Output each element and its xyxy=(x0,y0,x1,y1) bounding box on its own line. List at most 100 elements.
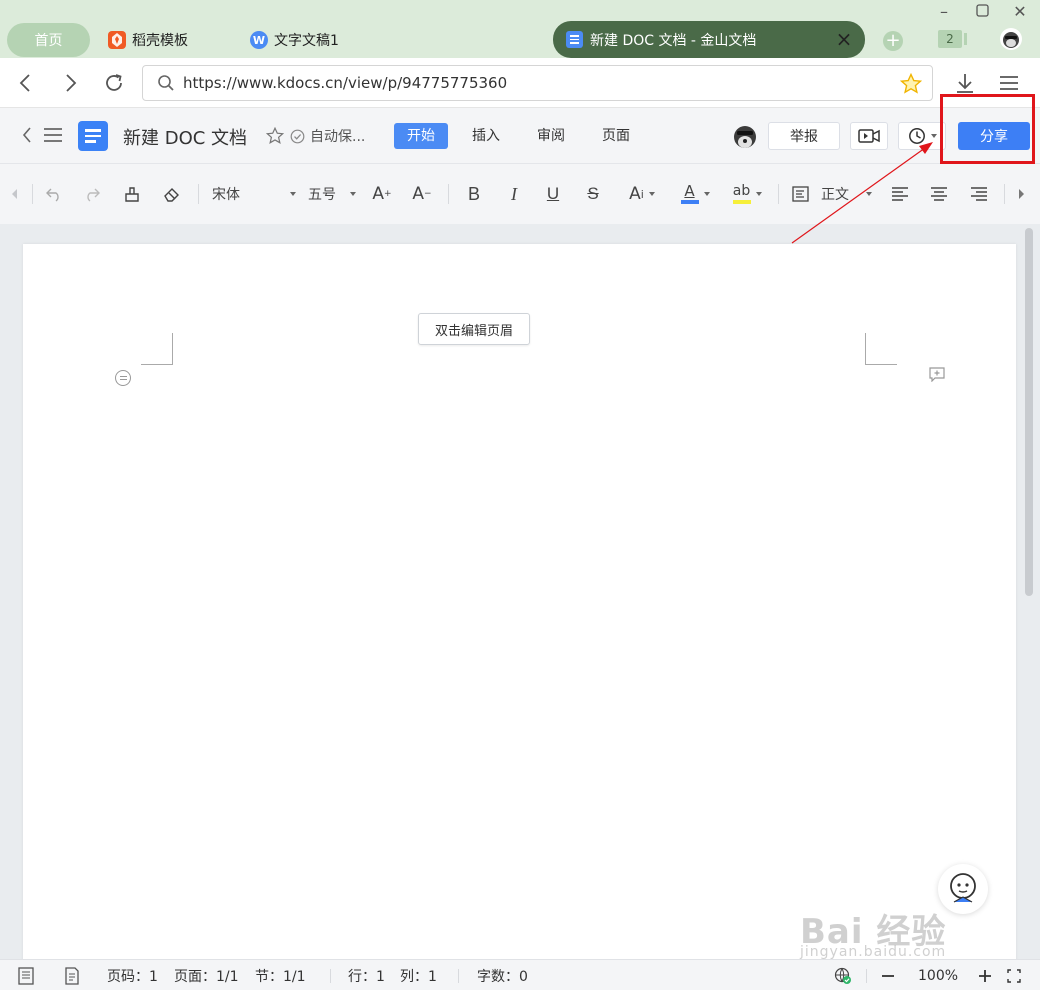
app-back-icon[interactable] xyxy=(14,122,40,148)
close-icon[interactable]: × xyxy=(835,29,853,49)
vertical-scrollbar[interactable] xyxy=(1025,228,1033,596)
back-icon[interactable] xyxy=(12,70,38,96)
page-count: 页面：1/1 xyxy=(174,969,239,985)
tab-docer-templates[interactable]: 稻壳模板 xyxy=(108,23,188,57)
avatar[interactable] xyxy=(1000,28,1022,50)
fullscreen-icon[interactable] xyxy=(1007,968,1021,984)
url-text: https://www.kdocs.cn/view/p/94775775360 xyxy=(183,74,508,92)
font-family-select[interactable]: 宋体 xyxy=(212,183,296,205)
divider xyxy=(1004,184,1005,204)
divider xyxy=(448,184,449,204)
align-center-icon[interactable] xyxy=(927,183,951,205)
paragraph-handle-icon[interactable] xyxy=(115,370,131,386)
font-size-select[interactable]: 五号 xyxy=(308,183,356,205)
user-avatar[interactable] xyxy=(731,121,759,151)
format-painter-icon[interactable] xyxy=(120,183,144,205)
search-icon xyxy=(158,75,174,91)
new-tab-plus-icon[interactable]: + xyxy=(883,31,903,51)
tab-page[interactable]: 页面 xyxy=(592,123,640,149)
favorite-star-icon[interactable] xyxy=(262,123,288,149)
divider xyxy=(330,969,331,983)
tab-start[interactable]: 开始 xyxy=(394,123,448,149)
document-title[interactable]: 新建 DOC 文档 xyxy=(123,124,247,150)
writer-logo-icon: W xyxy=(250,31,268,49)
eraser-icon[interactable] xyxy=(160,183,184,205)
highlight-swatch xyxy=(732,200,751,204)
tab-active-document[interactable]: 新建 DOC 文档 - 金山文档 × xyxy=(553,21,865,58)
minimize-icon[interactable]: – xyxy=(934,2,954,21)
increase-font-icon[interactable]: A + xyxy=(370,183,394,205)
bookmark-star-icon[interactable] xyxy=(900,73,922,95)
maximize-icon[interactable] xyxy=(972,2,992,21)
text-effect-icon[interactable]: Ai xyxy=(622,183,662,205)
tab-insert[interactable]: 插入 xyxy=(462,123,510,149)
history-button[interactable] xyxy=(898,122,946,150)
highlight-button[interactable]: ab xyxy=(727,183,767,205)
row-position: 行：1 xyxy=(348,969,385,985)
outline-view-icon[interactable] xyxy=(64,967,80,985)
bold-icon[interactable]: B xyxy=(462,183,486,205)
redo-icon[interactable] xyxy=(80,183,104,205)
page-view-icon[interactable] xyxy=(18,967,34,985)
italic-icon[interactable]: I xyxy=(502,183,526,205)
chevron-down-icon xyxy=(703,192,710,196)
font-color-swatch xyxy=(680,200,699,204)
refresh-icon[interactable] xyxy=(101,70,127,96)
toolbar-scroll-left-icon[interactable] xyxy=(8,183,22,205)
autosave-label: 自动保... xyxy=(310,129,366,145)
document-canvas: 双击编辑页眉 Bai 经验 jingyan.baidu.com xyxy=(0,224,1040,964)
assistant-avatar-icon[interactable] xyxy=(938,864,988,914)
chevron-down-icon xyxy=(866,192,872,196)
header-edit-hint[interactable]: 双击编辑页眉 xyxy=(418,313,530,345)
tab-label: 新建 DOC 文档 - 金山文档 xyxy=(590,32,757,49)
document-page[interactable]: 双击编辑页眉 xyxy=(23,244,1016,964)
margin-corner-left xyxy=(141,333,173,365)
tab-count-badge[interactable]: 2 xyxy=(938,30,967,48)
format-toolbar: 宋体 五号 A + A − B I U S Ai A ab 正文 xyxy=(0,164,1040,224)
video-icon xyxy=(858,129,880,143)
column-position: 列：1 xyxy=(400,969,437,985)
toolbar-scroll-right-icon[interactable] xyxy=(1014,183,1028,205)
tab-home[interactable]: 首页 xyxy=(7,23,90,57)
autosave-status: 自动保... xyxy=(290,126,365,146)
style-icon xyxy=(792,186,809,202)
document-logo-icon xyxy=(78,121,108,151)
browser-menu-icon[interactable] xyxy=(996,70,1022,96)
align-left-icon[interactable] xyxy=(888,183,912,205)
divider xyxy=(32,184,33,204)
undo-icon[interactable] xyxy=(42,183,66,205)
zoom-level[interactable]: 100% xyxy=(918,968,958,984)
align-right-icon[interactable] xyxy=(967,183,991,205)
strikethrough-icon[interactable]: S xyxy=(581,183,605,205)
zoom-out-icon[interactable] xyxy=(881,968,895,984)
paragraph-style-select[interactable]: 正文 xyxy=(792,183,872,205)
forward-icon[interactable] xyxy=(58,70,84,96)
paragraph-style-value: 正文 xyxy=(821,187,849,203)
doc-logo-icon xyxy=(566,31,583,48)
chevron-down-icon xyxy=(290,192,296,196)
divider xyxy=(458,969,459,983)
window-close-icon[interactable]: ✕ xyxy=(1010,2,1030,21)
add-comment-icon[interactable] xyxy=(929,367,945,382)
url-input[interactable]: https://www.kdocs.cn/view/p/94775775360 xyxy=(142,65,933,101)
tab-label: 稻壳模板 xyxy=(132,33,188,49)
highlight-icon: ab xyxy=(732,183,751,199)
divider xyxy=(778,184,779,204)
hamburger-menu-icon[interactable] xyxy=(40,122,66,148)
divider xyxy=(198,184,199,204)
font-color-button[interactable]: A xyxy=(676,183,714,205)
language-globe-icon[interactable] xyxy=(834,967,852,984)
tab-text-doc[interactable]: W 文字文稿1 xyxy=(250,23,339,57)
tab-review[interactable]: 审阅 xyxy=(527,123,575,149)
decrease-font-icon[interactable]: A − xyxy=(410,183,434,205)
underline-icon[interactable]: U xyxy=(541,183,565,205)
tab-label: 文字文稿1 xyxy=(274,33,339,49)
address-bar: https://www.kdocs.cn/view/p/94775775360 xyxy=(0,58,1040,108)
video-meeting-button[interactable] xyxy=(850,122,888,150)
divider xyxy=(866,969,867,983)
docer-logo-icon xyxy=(108,31,126,49)
zoom-in-icon[interactable] xyxy=(978,968,992,984)
download-icon[interactable] xyxy=(952,70,978,96)
report-button[interactable]: 举报 xyxy=(768,122,840,150)
annotation-highlight-box xyxy=(940,94,1035,164)
